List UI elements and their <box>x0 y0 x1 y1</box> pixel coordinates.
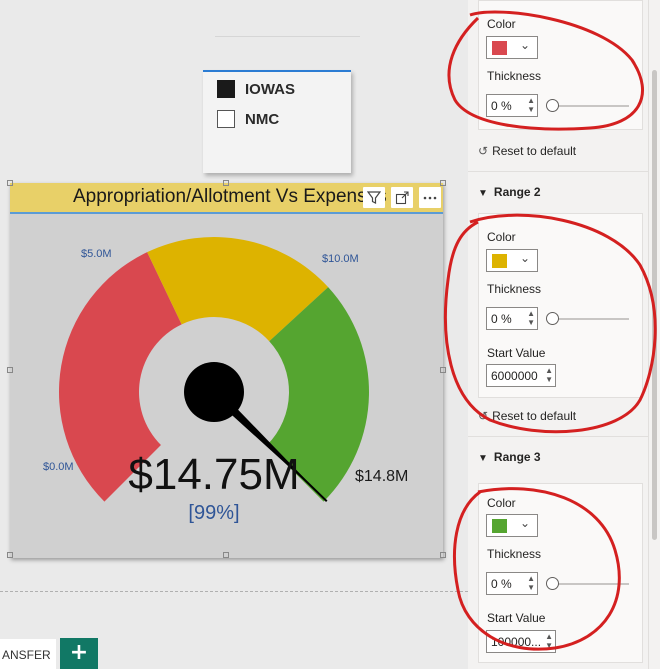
spinner-arrows-icon[interactable]: ▲ ▼ <box>527 96 535 114</box>
color-swatch <box>492 519 507 533</box>
reset-label: Reset to default <box>492 144 577 158</box>
chevron-down-icon: ⌄ <box>520 251 531 265</box>
range1-thickness-slider[interactable] <box>551 105 629 107</box>
start-value: 6000000 <box>491 369 538 383</box>
spinner-arrows-icon[interactable]: ▲ ▼ <box>545 366 553 384</box>
color-label: Color <box>487 17 516 31</box>
range1-reset-link[interactable]: ↺ Reset to default <box>478 144 576 158</box>
spinner-arrows-icon[interactable]: ▲ ▼ <box>527 309 535 327</box>
checkbox-checked-icon[interactable] <box>217 80 235 98</box>
min-label: $0.0M <box>43 461 74 473</box>
tick-label: $5.0M <box>81 248 112 260</box>
reset-icon: ↺ <box>478 144 489 158</box>
range2-reset-link[interactable]: ↺ Reset to default <box>478 409 576 423</box>
range3-start-input[interactable]: 100000... ▲ ▼ <box>486 630 556 653</box>
slicer-item-nmc[interactable]: NMC <box>217 110 279 128</box>
range2-start-input[interactable]: 6000000 ▲ ▼ <box>486 364 556 387</box>
thickness-label: Thickness <box>487 69 542 83</box>
resize-handle[interactable] <box>7 552 13 558</box>
format-pane-scrollbar[interactable] <box>648 0 660 669</box>
thickness-value: 0 % <box>491 312 512 326</box>
spinner-arrows-icon[interactable]: ▲ ▼ <box>527 574 535 592</box>
thickness-value: 0 % <box>491 99 512 113</box>
checkbox-unchecked-icon[interactable] <box>217 110 235 128</box>
tick-label: $10.0M <box>322 253 359 265</box>
slider-knob[interactable] <box>546 312 559 325</box>
thickness-label: Thickness <box>487 282 542 296</box>
chevron-down-icon: ⌄ <box>520 38 531 52</box>
color-swatch <box>492 41 507 55</box>
range1-color-picker[interactable]: ⌄ <box>486 36 538 59</box>
range1-thickness-input[interactable]: 0 % ▲ ▼ <box>486 94 538 117</box>
resize-handle[interactable] <box>440 367 446 373</box>
slider-knob[interactable] <box>546 577 559 590</box>
color-swatch <box>492 254 507 268</box>
range3-title: Range 3 <box>493 450 541 464</box>
gauge-visual[interactable]: Appropriation/Allotment Vs Expenses $5.0… <box>7 180 446 558</box>
page-tab[interactable]: ANSFER <box>0 639 56 669</box>
scrollbar-thumb[interactable] <box>652 70 657 540</box>
chevron-down-icon: ▼ <box>478 188 488 199</box>
slicer-item-label: NMC <box>245 110 280 128</box>
visual-title: Appropriation/Allotment Vs Expenses <box>73 186 387 207</box>
resize-handle[interactable] <box>223 180 229 186</box>
range2-thickness-slider[interactable] <box>551 318 629 320</box>
spinner-arrows-icon[interactable]: ▲ ▼ <box>545 632 553 650</box>
range2-card: Color ⌄ Thickness 0 % ▲ ▼ Start Value 600… <box>478 213 643 398</box>
slicer-item-label: IOWAS <box>245 80 296 98</box>
resize-handle[interactable] <box>440 552 446 558</box>
range3-thickness-input[interactable]: 0 % ▲ ▼ <box>486 572 538 595</box>
chevron-down-icon: ⌄ <box>520 516 531 530</box>
more-options-icon[interactable] <box>419 187 441 208</box>
report-canvas: IOWAS NMC Appropriation/Allotment Vs Exp… <box>0 0 468 635</box>
format-pane: Color ⌄ Thickness 0 % ▲ ▼ ↺ Reset to defau… <box>468 0 648 669</box>
divider <box>215 36 360 37</box>
focus-mode-icon[interactable] <box>391 187 413 208</box>
thickness-value: 0 % <box>491 577 512 591</box>
slicer-item-iowas[interactable]: IOWAS <box>217 80 295 98</box>
range2-header[interactable]: ▼ Range 2 <box>478 185 541 199</box>
thickness-label: Thickness <box>487 547 542 561</box>
range2-title: Range 2 <box>493 185 541 199</box>
add-page-button[interactable]: + <box>60 638 98 669</box>
chevron-down-icon: ▼ <box>478 453 488 464</box>
range3-color-picker[interactable]: ⌄ <box>486 514 538 537</box>
gauge-percent-label: [99%] <box>188 502 239 524</box>
resize-handle[interactable] <box>7 180 13 186</box>
divider <box>468 436 648 437</box>
range3-card: Color ⌄ Thickness 0 % ▲ ▼ Start Value 100… <box>478 483 643 663</box>
gauge-value-label: $14.75M <box>128 450 299 499</box>
range2-thickness-input[interactable]: 0 % ▲ ▼ <box>486 307 538 330</box>
range3-header[interactable]: ▼ Range 3 <box>478 450 541 464</box>
slider-knob[interactable] <box>546 99 559 112</box>
reset-label: Reset to default <box>492 409 577 423</box>
slicer-visual[interactable]: IOWAS NMC <box>203 70 351 173</box>
page-boundary <box>0 591 468 592</box>
color-label: Color <box>487 496 516 510</box>
start-value: 100000... <box>491 635 542 649</box>
range1-card: Color ⌄ Thickness 0 % ▲ ▼ <box>478 0 643 130</box>
reset-icon: ↺ <box>478 409 489 423</box>
resize-handle[interactable] <box>223 552 229 558</box>
resize-handle[interactable] <box>7 367 13 373</box>
color-label: Color <box>487 230 516 244</box>
filter-icon[interactable] <box>363 187 385 208</box>
page-tab-bar: ANSFER + <box>0 635 468 669</box>
start-value-label: Start Value <box>487 346 546 360</box>
max-label: $14.8M <box>355 468 408 485</box>
start-value-label: Start Value <box>487 611 546 625</box>
range2-color-picker[interactable]: ⌄ <box>486 249 538 272</box>
divider <box>468 171 648 172</box>
range3-thickness-slider[interactable] <box>551 583 629 585</box>
gauge-chart: $5.0M $10.0M $0.0M $14.8M $14.75M [99%] <box>43 237 408 524</box>
resize-handle[interactable] <box>440 180 446 186</box>
